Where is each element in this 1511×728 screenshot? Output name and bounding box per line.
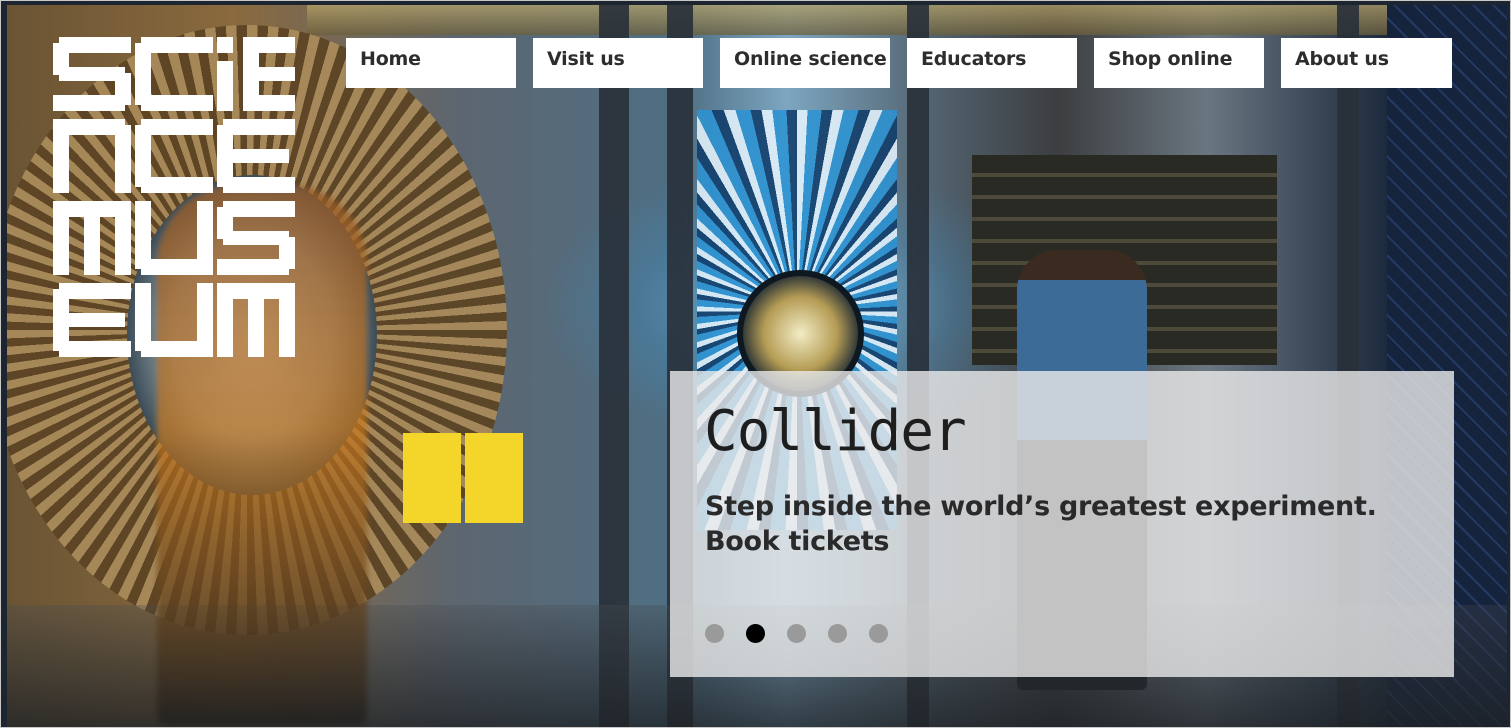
logo-glyph-c bbox=[135, 37, 213, 111]
nav-about-us[interactable]: About us bbox=[1281, 38, 1452, 88]
logo-row bbox=[53, 119, 297, 193]
logo-glyph-c bbox=[135, 119, 213, 193]
promo-subtitle-text: Step inside the world’s greatest experim… bbox=[705, 491, 1377, 522]
carousel-dot-1[interactable] bbox=[705, 624, 724, 643]
logo-row bbox=[53, 37, 297, 111]
science-museum-logo[interactable] bbox=[53, 37, 297, 365]
logo-glyph-m bbox=[53, 201, 131, 275]
logo-glyph-u bbox=[135, 283, 213, 357]
carousel-dot-4[interactable] bbox=[828, 624, 847, 643]
exhibit-notice bbox=[465, 433, 523, 523]
nav-online-science[interactable]: Online science bbox=[720, 38, 890, 88]
logo-glyph-e bbox=[217, 119, 295, 193]
nav-visit-us[interactable]: Visit us bbox=[533, 38, 703, 88]
logo-glyph-e bbox=[53, 283, 131, 357]
promo-subtitle: Step inside the world’s greatest experim… bbox=[705, 489, 1377, 559]
logo-glyph-s bbox=[53, 37, 131, 111]
logo-row bbox=[53, 283, 297, 357]
exhibit-notice bbox=[403, 433, 461, 523]
nav-shop-online[interactable]: Shop online bbox=[1094, 38, 1264, 88]
page-frame: Home Visit us Online science Educators S… bbox=[0, 0, 1511, 728]
carousel-pagination bbox=[705, 624, 888, 643]
logo-glyph-i bbox=[217, 37, 295, 111]
logo-row bbox=[53, 201, 297, 275]
carousel-dot-3[interactable] bbox=[787, 624, 806, 643]
main-nav: Home Visit us Online science Educators S… bbox=[346, 38, 1452, 88]
book-tickets-link[interactable]: Book tickets bbox=[705, 524, 1377, 559]
carousel-dot-2[interactable] bbox=[746, 624, 765, 643]
logo-glyph-s bbox=[217, 201, 295, 275]
nav-educators[interactable]: Educators bbox=[907, 38, 1077, 88]
nav-home[interactable]: Home bbox=[346, 38, 516, 88]
promo-title: Collider bbox=[704, 399, 967, 464]
promo-panel: Collider Step inside the world’s greates… bbox=[670, 371, 1454, 677]
logo-glyph-u bbox=[135, 201, 213, 275]
logo-glyph-m bbox=[217, 283, 295, 357]
logo-glyph-n bbox=[53, 119, 131, 193]
carousel-dot-5[interactable] bbox=[869, 624, 888, 643]
